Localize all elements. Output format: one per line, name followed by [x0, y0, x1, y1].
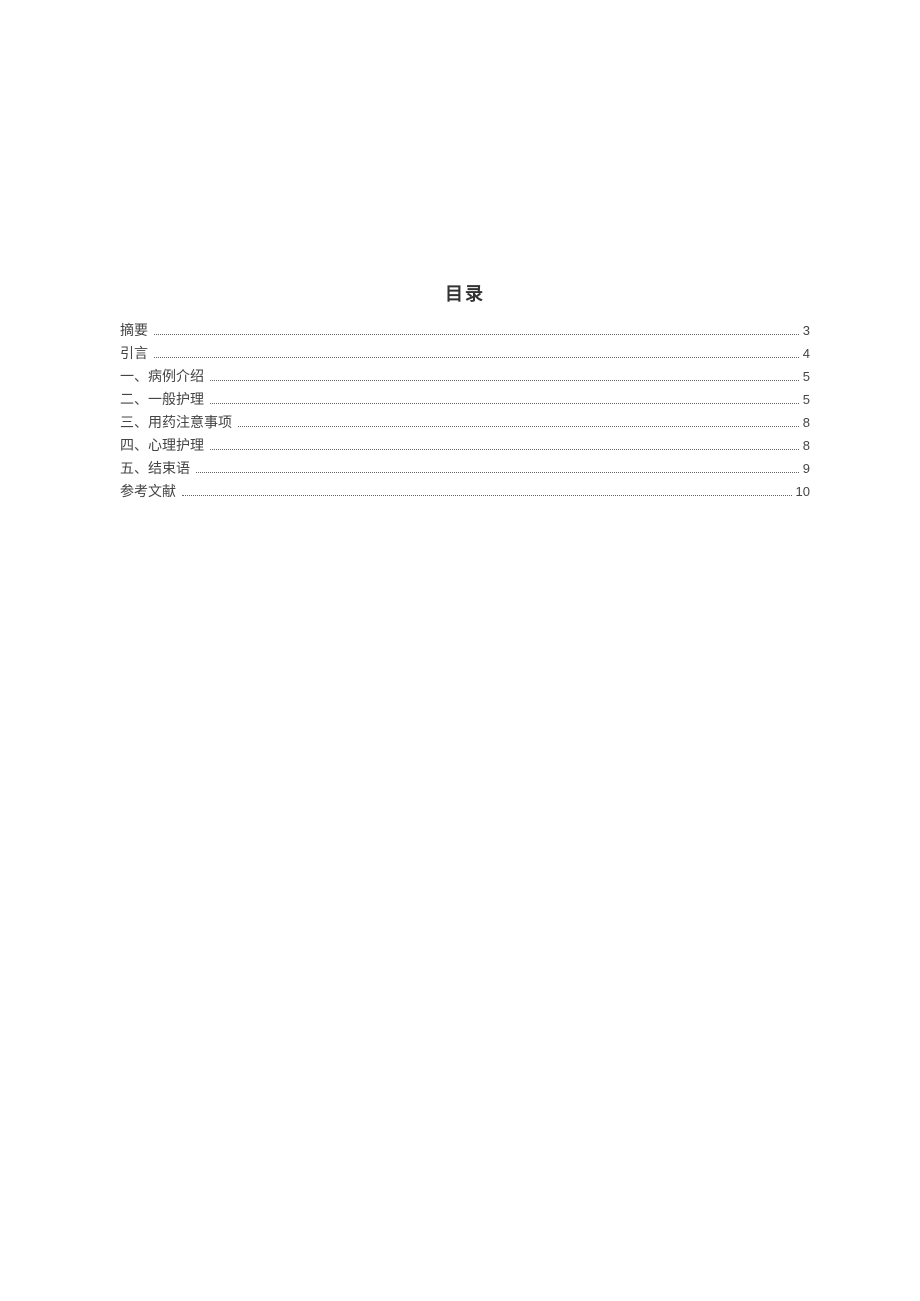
- toc-list: 摘要 3 引言 4 一、病例介绍 5 二、一般护理 5 三、用药注意事项 8 四…: [120, 324, 810, 500]
- toc-entry[interactable]: 四、心理护理 8: [120, 439, 810, 454]
- toc-entry-page: 8: [803, 416, 810, 429]
- toc-leader-dots: [210, 403, 799, 404]
- toc-entry[interactable]: 参考文献 10: [120, 485, 810, 500]
- toc-entry[interactable]: 五、结束语 9: [120, 462, 810, 477]
- toc-entry[interactable]: 二、一般护理 5: [120, 393, 810, 408]
- toc-entry-page: 9: [803, 462, 810, 475]
- toc-entry-page: 4: [803, 347, 810, 360]
- toc-entry-page: 5: [803, 393, 810, 406]
- toc-entry-label: 三、用药注意事项: [120, 417, 232, 431]
- toc-entry-page: 8: [803, 439, 810, 452]
- toc-entry-label: 四、心理护理: [120, 440, 204, 454]
- toc-leader-dots: [182, 495, 792, 496]
- toc-entry-label: 五、结束语: [120, 463, 190, 477]
- toc-leader-dots: [210, 449, 799, 450]
- toc-leader-dots: [196, 472, 799, 473]
- toc-entry[interactable]: 三、用药注意事项 8: [120, 416, 810, 431]
- toc-leader-dots: [154, 357, 799, 358]
- toc-leader-dots: [238, 426, 799, 427]
- toc-title: 目录: [120, 280, 810, 306]
- toc-entry[interactable]: 摘要 3: [120, 324, 810, 339]
- toc-entry-label: 二、一般护理: [120, 394, 204, 408]
- toc-entry-page: 5: [803, 370, 810, 383]
- toc-entry-page: 3: [803, 324, 810, 337]
- toc-entry-label: 引言: [120, 348, 148, 362]
- toc-leader-dots: [210, 380, 799, 381]
- toc-entry-label: 一、病例介绍: [120, 371, 204, 385]
- toc-leader-dots: [154, 334, 799, 335]
- toc-entry[interactable]: 一、病例介绍 5: [120, 370, 810, 385]
- document-page: 目录 摘要 3 引言 4 一、病例介绍 5 二、一般护理 5 三、用药注意事项 …: [0, 0, 920, 500]
- toc-entry-label: 摘要: [120, 325, 148, 339]
- toc-entry-label: 参考文献: [120, 486, 176, 500]
- toc-entry-page: 10: [796, 485, 810, 498]
- toc-entry[interactable]: 引言 4: [120, 347, 810, 362]
